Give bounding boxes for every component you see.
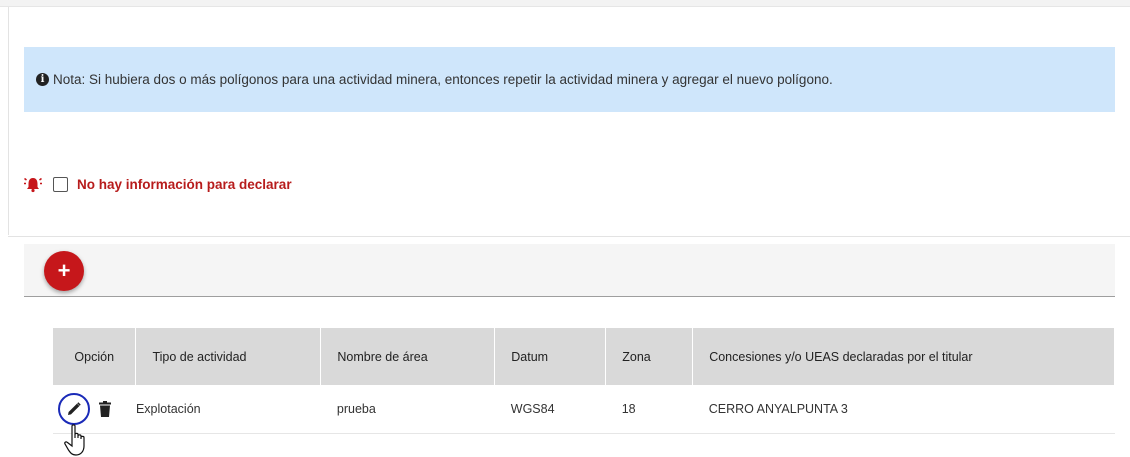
table-toolbar: +: [24, 244, 1115, 297]
header-concesiones: Concesiones y/o UEAS declaradas por el t…: [692, 328, 1115, 385]
cell-nombre: prueba: [320, 385, 495, 434]
add-button[interactable]: +: [44, 251, 84, 291]
header-datum: Datum: [494, 328, 607, 385]
no-info-label[interactable]: No hay información para declarar: [77, 177, 292, 192]
info-note: i Nota: Si hubiera dos o más polígonos p…: [24, 47, 1115, 112]
header-tipo: Tipo de actividad: [135, 328, 322, 385]
no-info-checkbox[interactable]: [53, 176, 68, 192]
no-info-declaration: No hay información para declarar: [24, 174, 292, 194]
header-opcion: Opción: [53, 328, 137, 385]
container-border: [8, 7, 9, 235]
note-text: Nota: Si hubiera dos o más polígonos par…: [53, 72, 833, 87]
cell-zona: 18: [605, 385, 693, 434]
edit-button[interactable]: [58, 393, 90, 425]
info-icon: i: [36, 73, 49, 86]
top-strip: [0, 0, 1130, 7]
cell-datum: WGS84: [494, 385, 606, 434]
edit-icon: [68, 402, 81, 415]
activities-table: Opción Tipo de actividad Nombre de área …: [53, 328, 1115, 434]
table-row: Explotación prueba WGS84 18 CERRO ANYALP…: [53, 385, 1115, 434]
section-divider: [8, 236, 1130, 237]
alarm-icon: [24, 177, 42, 193]
header-zona: Zona: [605, 328, 694, 385]
cell-tipo: Explotación: [135, 385, 321, 434]
header-nombre: Nombre de área: [320, 328, 496, 385]
trash-icon[interactable]: [98, 401, 112, 417]
cell-concesiones: CERRO ANYALPUNTA 3: [692, 385, 1115, 434]
hand-cursor-icon: [64, 424, 85, 456]
table-header-row: Opción Tipo de actividad Nombre de área …: [53, 328, 1115, 385]
